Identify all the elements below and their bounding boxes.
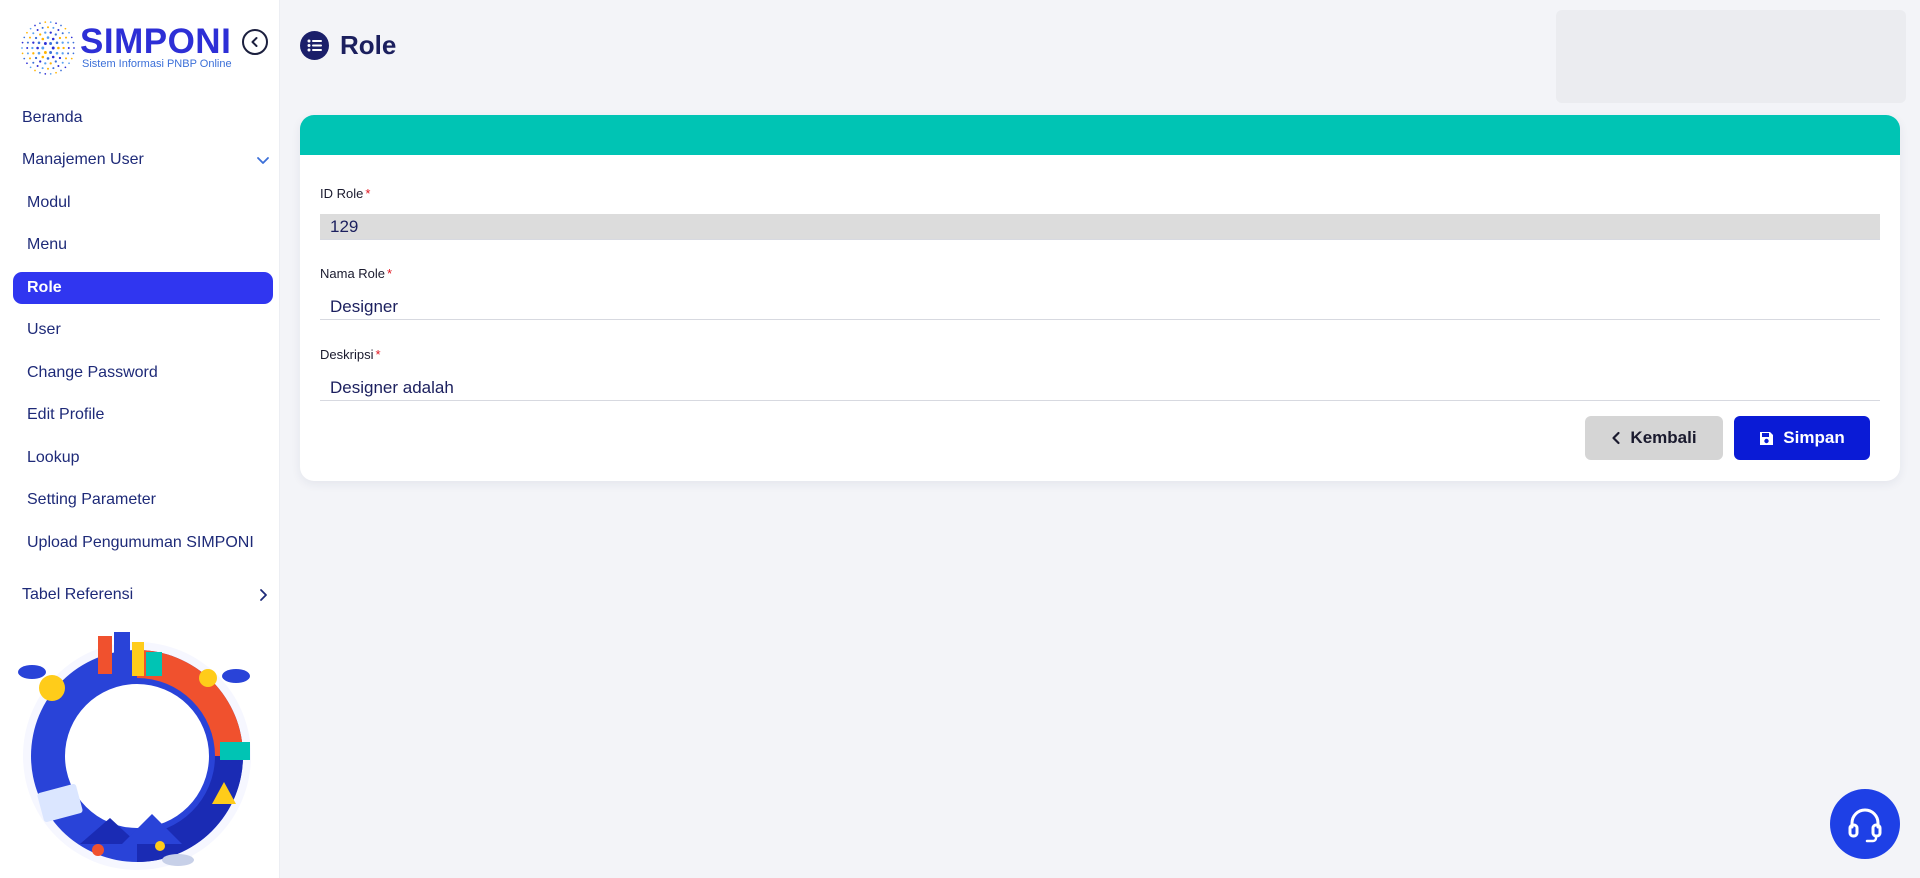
sidebar-item-change-password[interactable]: Change Password [13,357,273,389]
page-header: Role [300,30,396,61]
field-label: Deskripsi * [320,347,1880,363]
sidebar-item-label: Role [27,279,62,296]
sidebar-item-manajemen-user[interactable]: Manajemen User [13,144,273,176]
field-label: ID Role * [320,186,1880,202]
sidebar: SIMPONI Sistem Informasi PNBP Online Ber… [0,0,280,878]
back-button-label: Kembali [1630,428,1697,447]
deskripsi-input[interactable]: Designer adalah [320,375,1880,401]
sidebar-item-label: Menu [27,236,68,253]
sidebar-item-label: Setting Parameter [27,491,156,508]
save-button-label: Simpan [1783,428,1845,447]
help-chat-button[interactable] [1830,789,1900,859]
field-nama-role: Nama Role * Designer [320,266,1880,320]
back-button[interactable]: Kembali [1585,416,1723,460]
sidebar-item-lookup[interactable]: Lookup [13,442,273,474]
required-marker: * [375,347,381,362]
required-marker: * [365,186,371,201]
field-label: Nama Role * [320,266,1880,282]
card-header [300,115,1900,155]
sidebar-item-role[interactable]: Role [13,272,273,304]
app-logo[interactable]: SIMPONI Sistem Informasi PNBP Online [18,18,238,80]
sidebar-item-label: Upload Pengumuman SIMPONI [27,534,254,551]
sidebar-item-modul[interactable]: Modul [13,187,273,219]
field-label-text: Deskripsi [320,347,374,362]
sidebar-item-upload-pengumuman[interactable]: Upload Pengumuman SIMPONI [13,527,273,559]
field-label-text: ID Role [320,186,364,201]
sidebar-item-user[interactable]: User [13,314,273,346]
sidebar-illustration [18,632,251,870]
list-icon [300,31,329,60]
app-name: SIMPONI [80,22,232,61]
chevron-right-icon [260,589,267,601]
page-title: Role [340,30,397,60]
role-form-card: ID Role * 129 Nama Role * Designer Deskrip… [300,115,1900,481]
sidebar-item-label: Change Password [27,364,158,381]
sidebar-item-label: Beranda [22,109,83,126]
headset-icon [1848,808,1882,843]
nama-role-input[interactable]: Designer [320,294,1880,320]
sidebar-item-tabel-referensi[interactable]: Tabel Referensi [13,579,273,611]
floppy-disk-icon [1759,431,1774,446]
sidebar-item-beranda[interactable]: Beranda [13,102,273,134]
save-button[interactable]: Simpan [1734,416,1870,460]
id-role-input: 129 [320,214,1880,240]
app-subtitle: Sistem Informasi PNBP Online [82,58,232,70]
header-placeholder-panel [1556,10,1906,103]
sidebar-item-label: Manajemen User [22,151,144,168]
sidebar-item-setting-parameter[interactable]: Setting Parameter [13,484,273,516]
chevron-left-icon [1611,431,1621,445]
chevron-left-circle-icon [251,37,258,47]
field-label-text: Nama Role [320,266,386,281]
field-id-role: ID Role * 129 [320,186,1880,240]
sidebar-item-label: Modul [27,194,71,211]
sidebar-item-edit-profile[interactable]: Edit Profile [13,399,273,431]
logo-mark-icon [21,21,75,75]
sidebar-item-label: Lookup [27,449,80,466]
sidebar-item-menu[interactable]: Menu [13,229,273,261]
sidebar-item-label: Edit Profile [27,406,105,423]
sidebar-collapse-button[interactable] [242,29,268,55]
sidebar-item-label: Tabel Referensi [22,586,134,603]
chevron-down-icon [257,157,269,164]
sidebar-item-label: User [27,321,61,338]
required-marker: * [387,266,393,281]
field-deskripsi: Deskripsi * Designer adalah [320,347,1880,401]
